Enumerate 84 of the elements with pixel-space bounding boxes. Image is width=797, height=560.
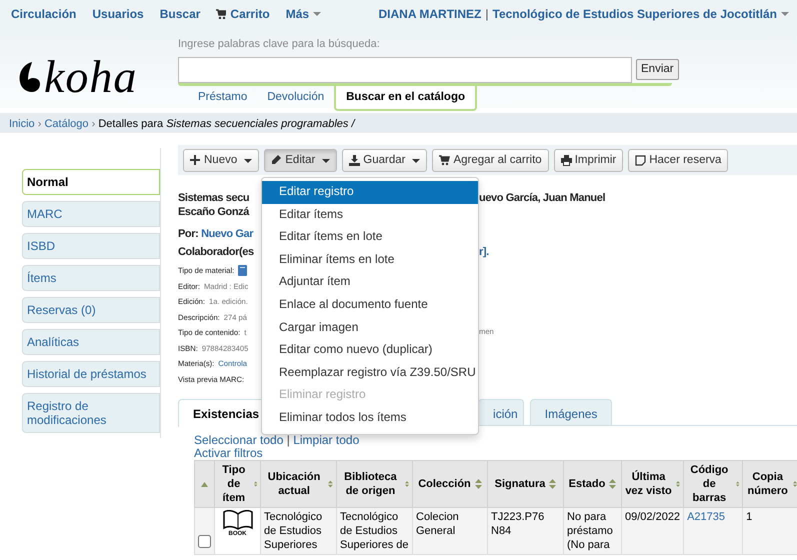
breadcrumb-link[interactable]: Catálogo (44, 118, 89, 130)
cart-link[interactable]: Carrito (216, 5, 270, 23)
column-header[interactable]: Biblioteca de origen (336, 460, 412, 508)
column-header[interactable]: Estado (564, 460, 622, 508)
sidebar-tab[interactable]: Historial de préstamos (22, 361, 160, 387)
note-icon (635, 155, 646, 166)
breadcrumb-separator: › (38, 118, 42, 130)
sidebar-tab[interactable]: Ítems (22, 265, 160, 291)
menu-item[interactable]: Eliminar ítems en lote (262, 248, 478, 272)
book-icon (222, 510, 252, 530)
user-link[interactable]: DIANA MARTINEZ (378, 5, 482, 23)
menu-item[interactable]: Editar registro (262, 181, 478, 204)
table-cell: 09/02/2022 (622, 508, 684, 554)
toolbar-button[interactable]: Hacer reserva (628, 149, 728, 172)
sort-header[interactable] (194, 460, 214, 508)
table-cell: Colecion General (412, 508, 488, 554)
contributor-label: Colaborador(es (178, 245, 255, 259)
sidebar-tab[interactable]: Analíticas (22, 329, 160, 355)
nav-link[interactable]: Usuarios (92, 5, 144, 23)
menu-item[interactable]: Editar ítems en lote (262, 226, 478, 249)
column-header[interactable]: Código de barras (684, 460, 743, 508)
toolbar-button[interactable]: Nuevo (183, 149, 260, 172)
search-tab[interactable]: Devolución (257, 86, 334, 111)
logo-text: koha (44, 54, 138, 100)
menu-item[interactable]: Editar ítems (262, 204, 478, 226)
toolbar-button[interactable]: Imprimir (554, 149, 624, 172)
nav-link[interactable]: Circulación (11, 5, 76, 23)
separator: | (485, 6, 488, 23)
menu-item[interactable]: Editar como nuevo (duplicar) (262, 339, 478, 362)
book-icon (238, 265, 248, 276)
column-header[interactable]: Colección (412, 460, 488, 508)
table-cell: TJ223.P76 N84 (488, 508, 564, 554)
breadcrumb-separator: › (92, 118, 96, 130)
menu-item[interactable]: Cargar imagen (262, 316, 478, 340)
menu-item[interactable]: Adjuntar ítem (262, 271, 478, 294)
menu-item[interactable]: Enlace al documento fuente (262, 294, 478, 317)
sidebar-tab[interactable]: Normal (22, 169, 160, 195)
cart-icon (439, 155, 450, 166)
breadcrumb-link[interactable]: Inicio (9, 118, 35, 130)
filter-link[interactable]: Activar filtros (194, 446, 263, 460)
record-title: Sistemas secu Escaño Gonzá (178, 191, 250, 219)
sidebar-tab[interactable]: Reservas (0) (22, 297, 160, 323)
column-header[interactable]: Signatura (488, 460, 564, 508)
breadcrumb-current: Detalles para Sistemas secuenciales programables / (98, 118, 355, 130)
record-title: uevo García, Juan Manuel (479, 191, 606, 205)
barcode-link[interactable]: A21735 (684, 508, 743, 554)
column-header[interactable]: Tipo de ítem (214, 460, 260, 508)
sidebar-tab[interactable]: ISBD (22, 233, 160, 259)
author-label: Por: (178, 228, 198, 240)
column-header[interactable]: Ubicación actual (260, 460, 336, 508)
search-tab[interactable]: Préstamo (188, 86, 258, 111)
table-cell: No para préstamo (No para (564, 508, 622, 554)
separator: | (286, 433, 290, 447)
logo-icon (18, 62, 40, 92)
menu-item[interactable]: Reemplazar registro vía Z39.50/SRU (262, 362, 478, 384)
select-link[interactable]: Seleccionar todo (194, 433, 284, 447)
library-menu[interactable]: Tecnológico de Estudios Superiores de Jocotitlán (492, 5, 789, 23)
author-link[interactable]: Nuevo Gar (201, 228, 254, 240)
toolbar-button[interactable]: Editar (264, 149, 338, 172)
panel-tab[interactable]: Imágenes (530, 399, 612, 425)
nav-link[interactable]: Buscar (160, 5, 200, 23)
toolbar-button[interactable]: Guardar (342, 149, 428, 172)
sidebar-tab[interactable]: MARC (22, 201, 160, 227)
download-icon (349, 155, 360, 166)
printer-icon (560, 155, 572, 166)
column-header[interactable]: Copia número (742, 460, 797, 508)
search-label: Ingrese palabras clave para la búsqueda: (178, 37, 381, 52)
pencil-icon (271, 155, 282, 166)
panel-tab[interactable]: ición (478, 399, 524, 425)
column-header[interactable]: Última vez visto (622, 460, 684, 508)
plus-icon (190, 155, 201, 166)
table-cell: Tecnológico de Estudios Superiores (260, 508, 336, 554)
cart-icon (216, 9, 226, 19)
more-menu[interactable]: Más (286, 5, 322, 23)
menu-item: Eliminar registro (278, 386, 367, 404)
sidebar-tab[interactable]: Registro de modificaciones (22, 393, 160, 433)
select-link[interactable]: Limpiar todo (293, 433, 360, 447)
search-field[interactable] (178, 56, 632, 82)
table-cell: Tecnológico de Estudios Superiores de (336, 508, 412, 554)
search-tab[interactable]: Buscar en el catálogo (334, 86, 477, 111)
submit-button[interactable]: Enviar (636, 58, 679, 80)
toolbar-button[interactable]: Agregar al carrito (432, 149, 549, 172)
table-cell: 1 (742, 508, 797, 554)
row-checkbox[interactable] (198, 535, 211, 548)
